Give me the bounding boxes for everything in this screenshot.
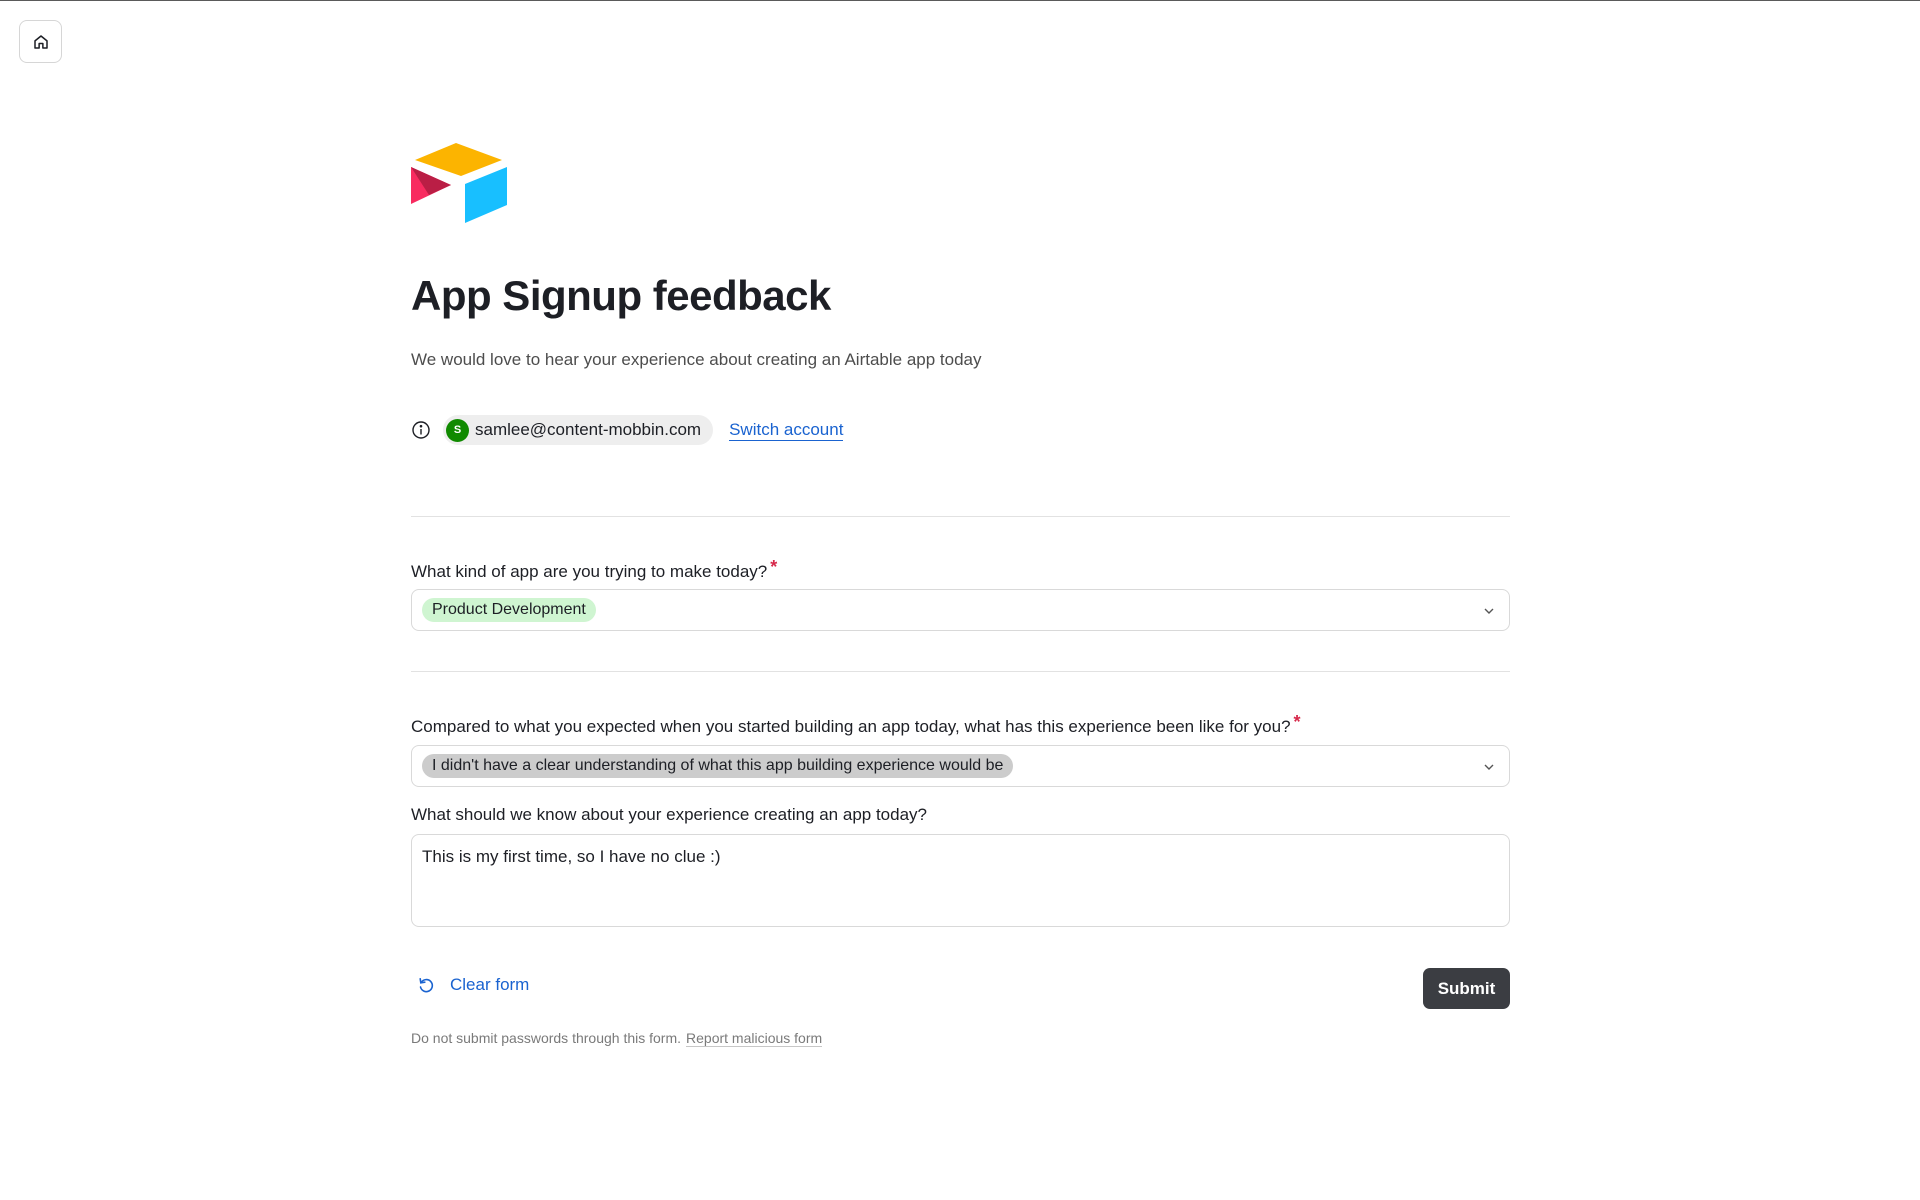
question-text: Compared to what you expected when you s… [411, 717, 1291, 736]
divider [411, 671, 1510, 672]
selected-option-pill: I didn't have a clear understanding of w… [422, 754, 1014, 778]
airtable-logo [411, 140, 511, 226]
home-icon [32, 33, 50, 51]
required-marker: * [1293, 712, 1301, 732]
expectation-select[interactable]: I didn't have a clear understanding of w… [411, 745, 1510, 787]
submit-button[interactable]: Submit [1423, 968, 1510, 1009]
account-email: samlee@content-mobbin.com [475, 420, 702, 439]
form-footer: Do not submit passwords through this for… [411, 1030, 823, 1047]
question-text: What kind of app are you trying to make … [411, 562, 768, 581]
account-chip: S samlee@content-mobbin.com [443, 415, 714, 445]
divider [411, 516, 1510, 517]
account-row: S samlee@content-mobbin.com Switch accou… [411, 415, 844, 445]
experience-textarea[interactable]: This is my first time, so I have no clue… [411, 834, 1510, 927]
question-label-app-kind: What kind of app are you trying to make … [411, 557, 777, 582]
home-button[interactable] [19, 20, 62, 63]
form-title: App Signup feedback [411, 272, 831, 319]
chevron-down-icon [1481, 759, 1497, 775]
clear-form-button[interactable]: Clear form [416, 975, 529, 995]
question-label-expectation: Compared to what you expected when you s… [411, 712, 1301, 737]
chevron-down-icon [1481, 603, 1497, 619]
required-marker: * [770, 557, 778, 577]
password-notice: Do not submit passwords through this for… [411, 1030, 682, 1046]
selected-option-pill: Product Development [422, 598, 596, 622]
switch-account-link[interactable]: Switch account [729, 420, 844, 441]
avatar: S [446, 418, 469, 442]
report-malicious-link[interactable]: Report malicious form [686, 1030, 823, 1047]
clear-form-label: Clear form [450, 975, 530, 994]
top-border [0, 0, 1920, 1]
app-kind-select[interactable]: Product Development [411, 589, 1510, 631]
undo-icon [416, 975, 436, 995]
form-description: We would love to hear your experience ab… [411, 350, 982, 369]
question-label-experience: What should we know about your experienc… [411, 805, 927, 824]
info-icon[interactable] [411, 420, 431, 440]
